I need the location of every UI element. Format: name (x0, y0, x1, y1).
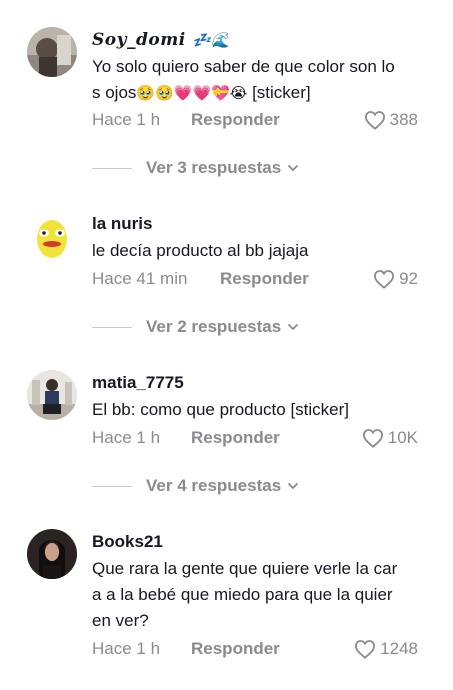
reply-button[interactable]: Responder (191, 638, 280, 660)
chevron-down-icon (288, 324, 299, 330)
comment-timestamp: Hace 1 h (92, 428, 161, 447)
avatar-image (27, 370, 77, 420)
avatar[interactable] (27, 27, 77, 77)
like-button[interactable]: 92 (373, 268, 418, 290)
comment-text: Que rara la gente que quiere verle la ca… (92, 556, 427, 634)
comment-meta: Hace 1 h Responder 1248 (92, 638, 422, 660)
view-replies-label: Ver 4 respuestas (146, 476, 282, 495)
username-emojis: 💤🌊 (192, 31, 231, 49)
chevron-down-icon (288, 483, 299, 489)
replies-divider (92, 326, 132, 328)
comment-text-line: s ojos (92, 83, 137, 102)
avatar-image (27, 529, 77, 579)
replies-divider (92, 167, 132, 169)
like-button[interactable]: 1248 (354, 638, 418, 660)
view-replies-button[interactable]: Ver 2 respuestas (92, 316, 299, 338)
comment-timestamp: Hace 1 h (92, 639, 161, 658)
comment-text-line: a a la bebé que miedo para que la quier (92, 585, 393, 604)
comments-list: Soy_domi 💤🌊 Yo solo quiero saber de que … (0, 0, 453, 690)
comment-text-line: en ver? (92, 611, 149, 630)
sticker-placeholder: [sticker] (252, 83, 311, 102)
comment-text: le decía producto al bb jajaja (92, 241, 309, 260)
like-count: 1248 (380, 639, 418, 658)
comment-username[interactable]: Soy_domi 💤🌊 (92, 30, 230, 50)
avatar[interactable] (27, 211, 77, 261)
reply-button[interactable]: Responder (220, 268, 309, 290)
like-count: 388 (389, 110, 418, 129)
view-replies-label: Ver 3 respuestas (146, 158, 282, 177)
comment-text-line: Yo solo quiero saber de que color son lo (92, 57, 395, 76)
comment-timestamp: Hace 1 h (92, 110, 161, 129)
like-button[interactable]: 388 (364, 109, 418, 131)
heart-outline-icon (362, 429, 383, 448)
comment-meta: Hace 41 min Responder 92 (92, 268, 422, 290)
chevron-down-icon (288, 165, 299, 171)
comment-username[interactable]: Books21 (92, 532, 163, 552)
like-count: 92 (399, 269, 418, 288)
comment-text: El bb: como que producto [sticker] (92, 400, 350, 419)
heart-outline-icon (355, 640, 376, 659)
heart-outline-icon (374, 270, 395, 289)
view-replies-button[interactable]: Ver 3 respuestas (92, 157, 299, 179)
comment-text-line: Que rara la gente que quiere verle la ca… (92, 559, 398, 578)
view-replies-label: Ver 2 respuestas (146, 317, 282, 336)
comment-username[interactable]: la nuris (92, 214, 152, 234)
avatar-image (27, 211, 77, 261)
comment-emojis: 🥹🥹💗💗💝😭 (136, 84, 248, 102)
comment-text: Yo solo quiero saber de que color son lo… (92, 54, 427, 106)
replies-divider (92, 485, 132, 487)
comment-timestamp: Hace 41 min (92, 269, 188, 288)
view-replies-button[interactable]: Ver 4 respuestas (92, 475, 299, 497)
avatar[interactable] (27, 529, 77, 579)
comment-meta: Hace 1 h Responder 388 (92, 109, 422, 131)
reply-button[interactable]: Responder (191, 109, 280, 131)
reply-button[interactable]: Responder (191, 427, 280, 449)
avatar[interactable] (27, 370, 77, 420)
username-text: Soy_domi (92, 30, 186, 50)
comment-meta: Hace 1 h Responder 10K (92, 427, 422, 449)
heart-outline-icon (364, 111, 385, 130)
like-button[interactable]: 10K (362, 427, 418, 449)
like-count: 10K (387, 428, 418, 447)
avatar-image (27, 27, 77, 77)
comment-username[interactable]: matia_7775 (92, 373, 184, 393)
